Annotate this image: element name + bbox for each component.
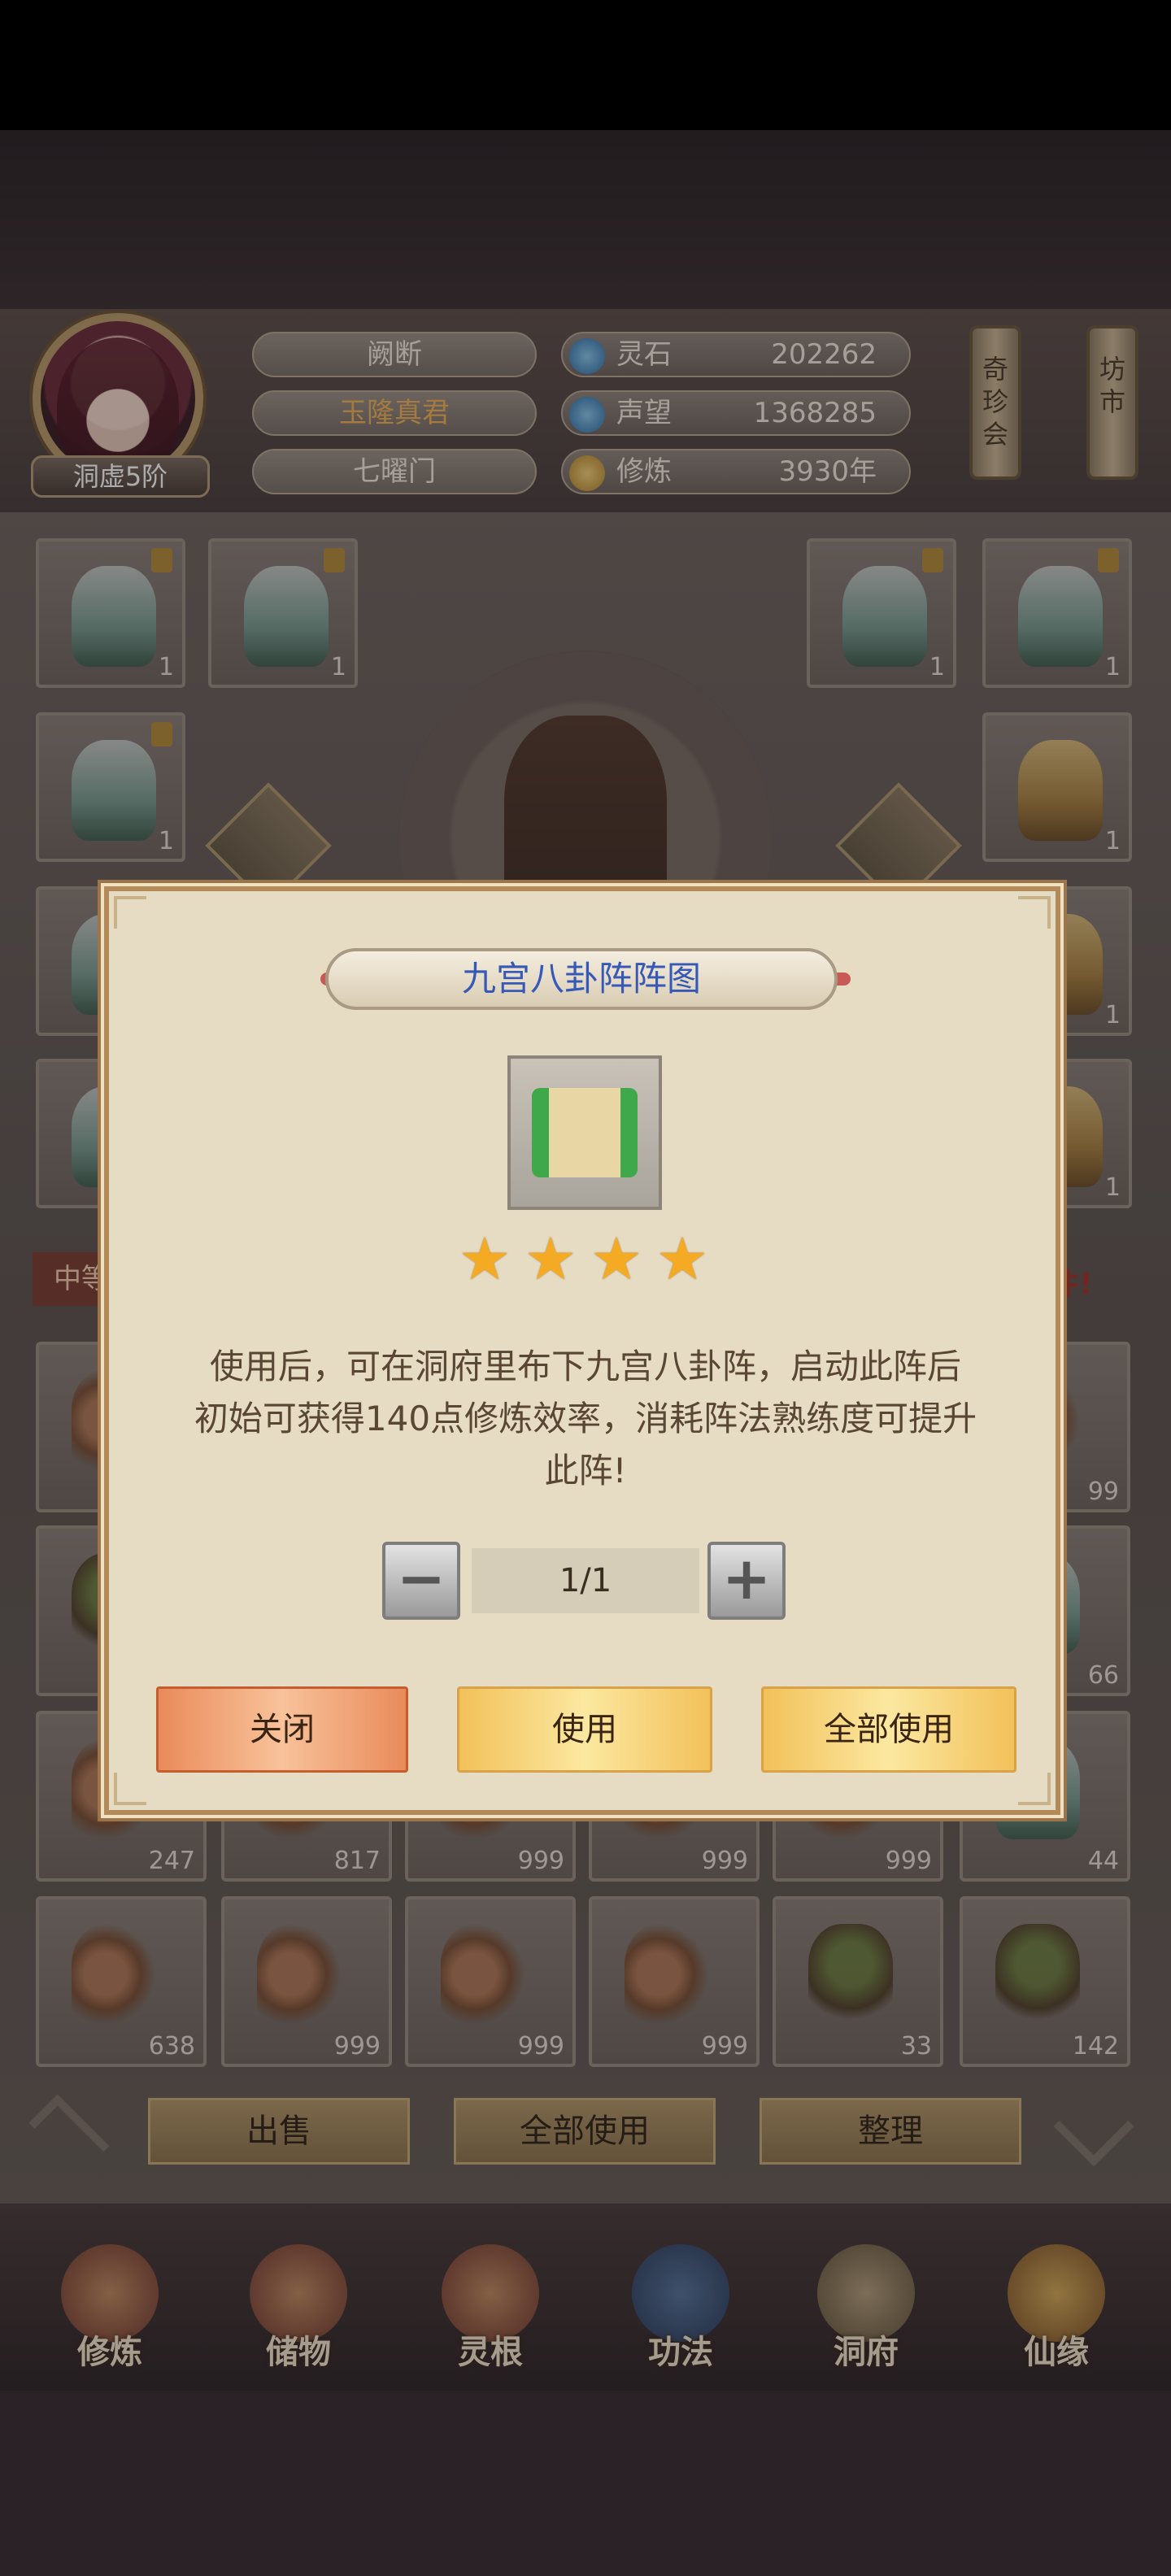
- item-description-line: 此阵!: [544, 1451, 627, 1490]
- star-icon: ★: [524, 1225, 577, 1293]
- bottom-backdrop: [0, 2391, 1171, 2576]
- corner-ornament: [114, 896, 146, 929]
- decrease-quantity-button[interactable]: −: [382, 1542, 460, 1620]
- item-description-line: 使用后，可在洞府里布下九宫八卦阵，启动此阵后: [209, 1347, 961, 1386]
- close-button[interactable]: 关闭: [156, 1686, 408, 1773]
- star-icon: ★: [458, 1225, 511, 1293]
- star-icon: ★: [590, 1225, 643, 1293]
- star-icon: ★: [655, 1225, 709, 1293]
- corner-ornament: [1018, 1773, 1051, 1805]
- item-preview: [507, 1055, 662, 1210]
- dialog-title: 九宫八卦阵阵图: [325, 948, 838, 1010]
- increase-quantity-button[interactable]: +: [707, 1542, 786, 1620]
- use-all-dialog-button[interactable]: 全部使用: [761, 1686, 1016, 1773]
- item-description-line: 初始可获得140点修炼效率，消耗阵法熟练度可提升: [194, 1399, 977, 1438]
- use-button[interactable]: 使用: [457, 1686, 712, 1773]
- corner-ornament: [114, 1773, 146, 1805]
- corner-ornament: [1018, 896, 1051, 929]
- quantity-display: 1/1: [472, 1548, 699, 1613]
- scroll-icon: [532, 1088, 638, 1177]
- status-bar-area: [0, 0, 1171, 130]
